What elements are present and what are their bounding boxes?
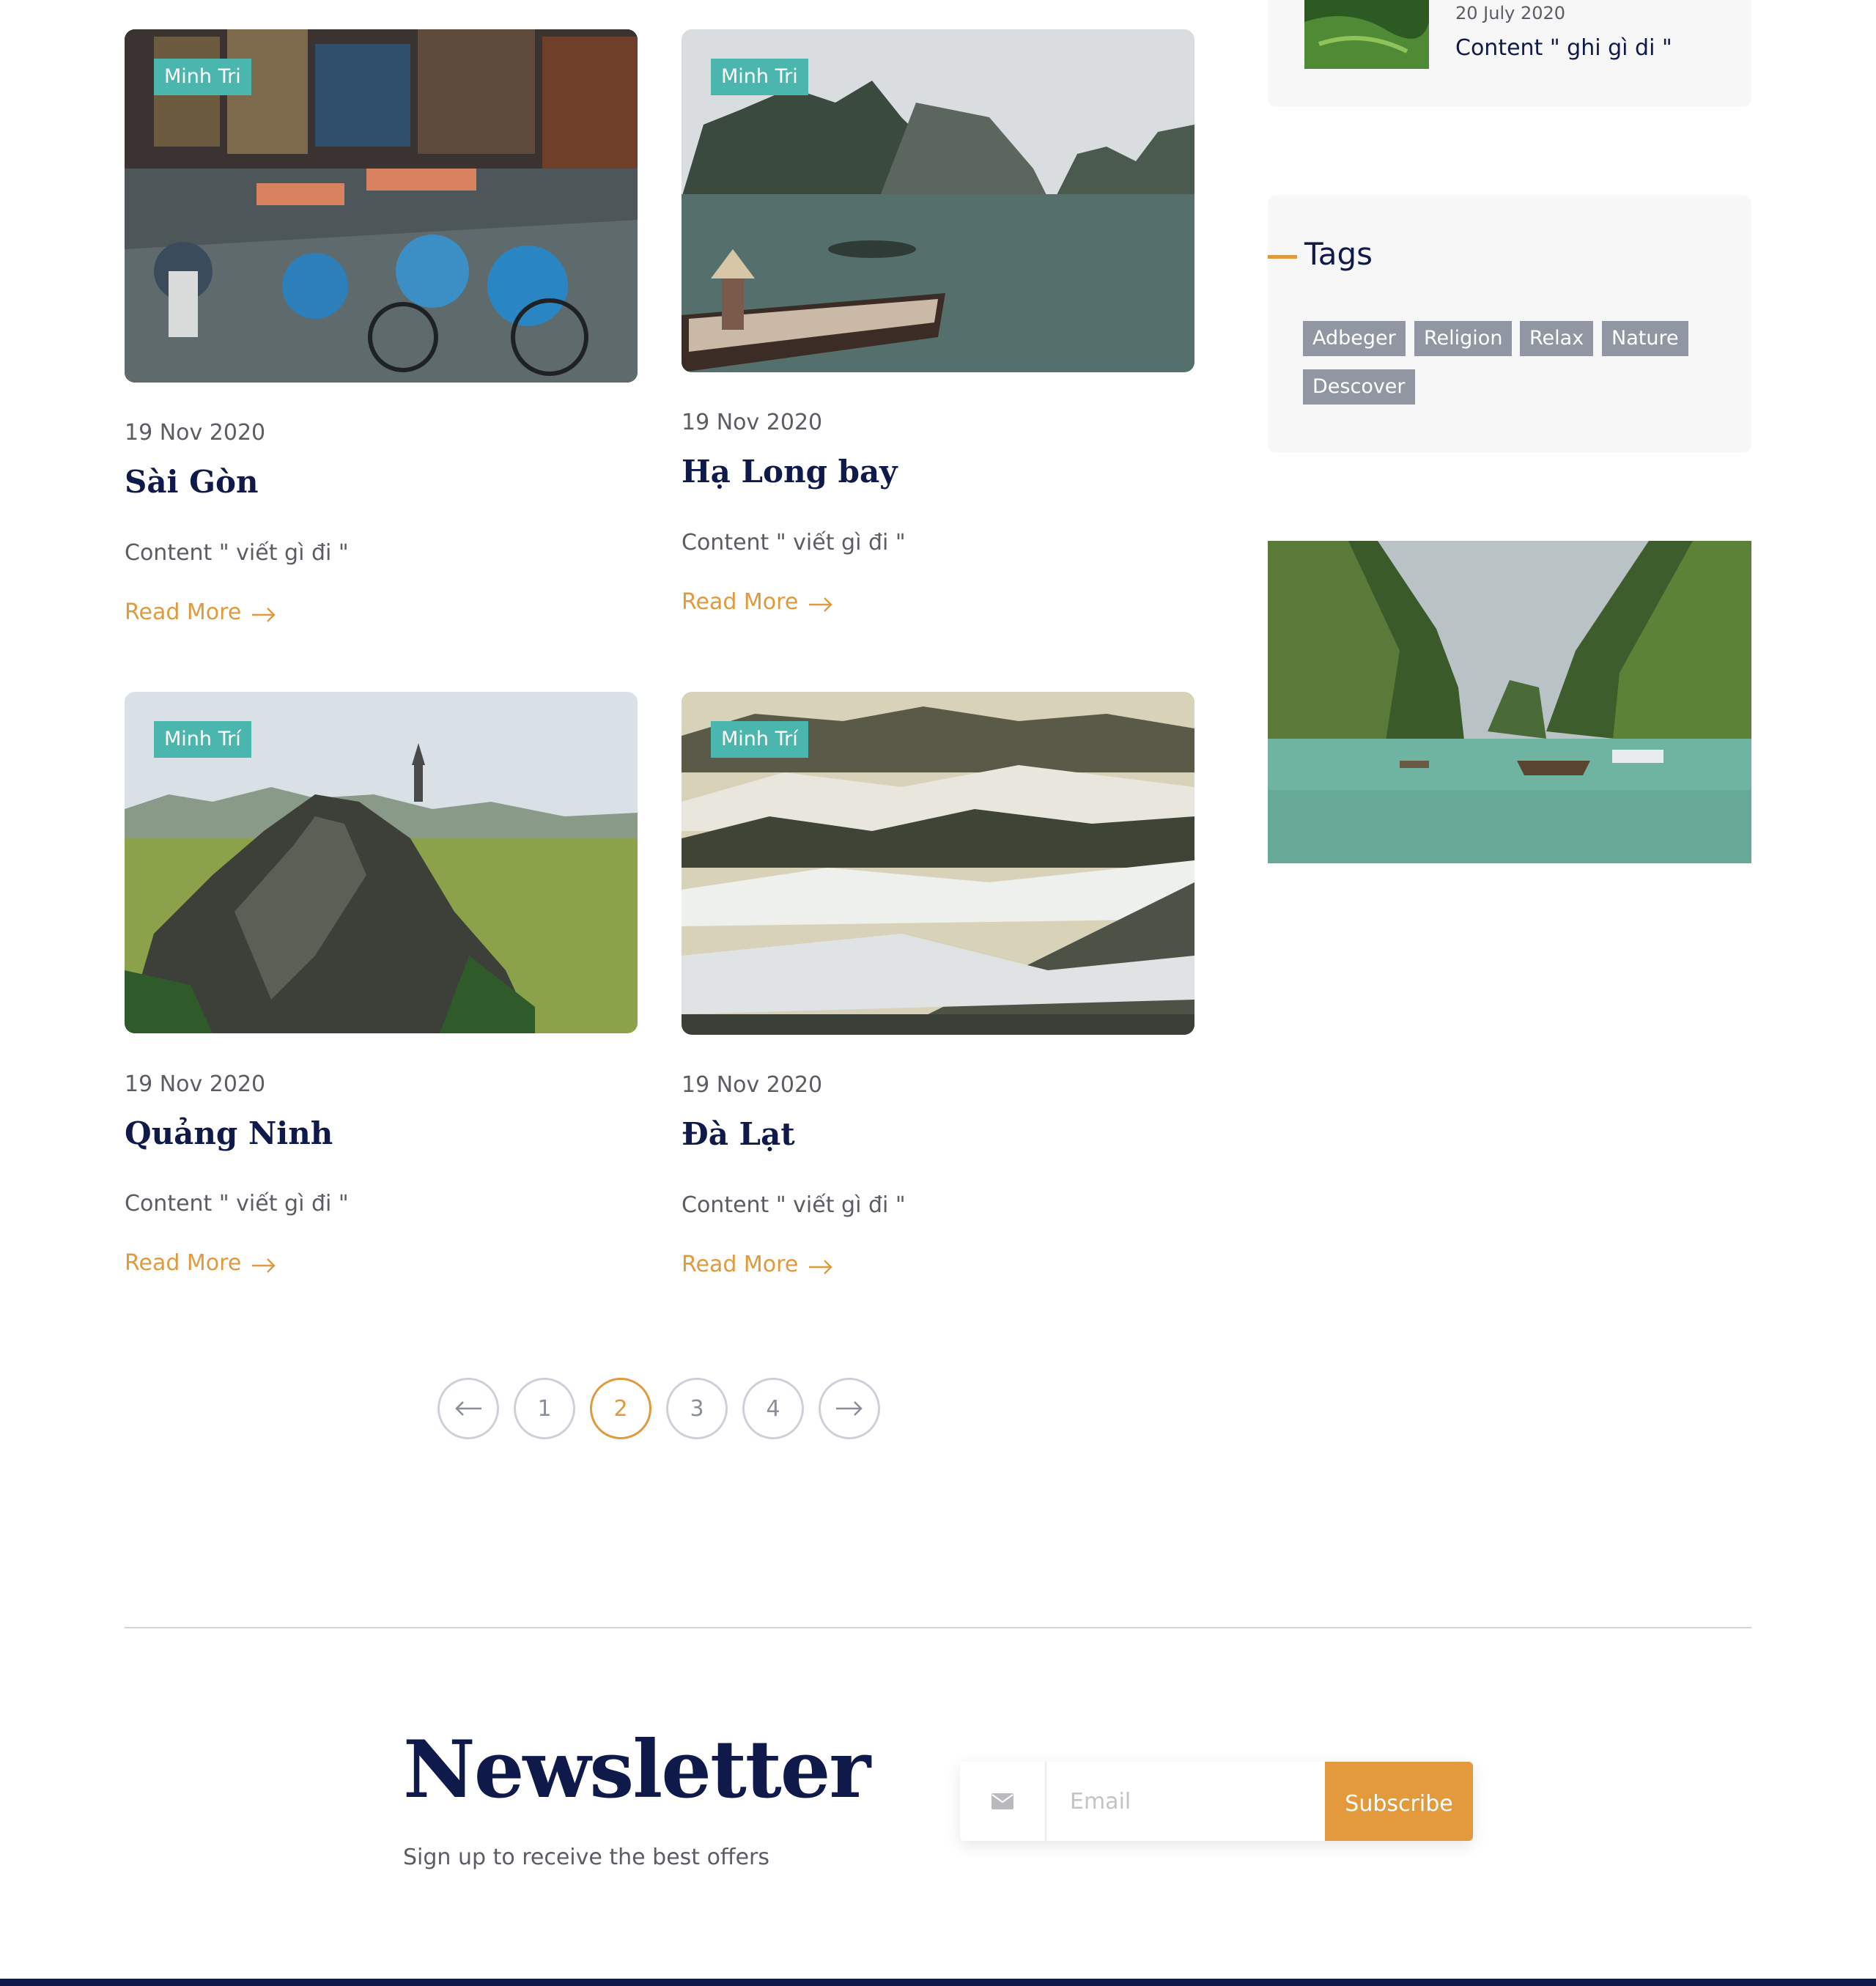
pagination-prev-button[interactable] bbox=[437, 1378, 499, 1439]
post-excerpt: Content " viết gì đi " bbox=[125, 540, 349, 566]
read-more-link[interactable]: Read More bbox=[682, 1252, 833, 1277]
section-divider bbox=[125, 1627, 1751, 1628]
pagination-page-4[interactable]: 4 bbox=[742, 1378, 804, 1439]
envelope-icon bbox=[991, 1793, 1013, 1809]
post-title[interactable]: Hạ Long bay bbox=[682, 454, 898, 490]
pagination-page-2-active[interactable]: 2 bbox=[590, 1378, 651, 1439]
post-excerpt: Content " viết gì đi " bbox=[125, 1191, 349, 1217]
post-title[interactable]: Sài Gòn bbox=[125, 464, 259, 500]
post-image-halong[interactable]: Minh Tri bbox=[682, 29, 1194, 372]
arrow-right-icon bbox=[809, 597, 832, 612]
arrow-right-icon bbox=[252, 607, 276, 622]
author-tag[interactable]: Minh Tri bbox=[711, 59, 808, 95]
tag-chip[interactable]: Relax bbox=[1520, 321, 1594, 356]
tag-chip[interactable]: Religion bbox=[1414, 321, 1513, 356]
tag-chip[interactable]: Descover bbox=[1303, 369, 1415, 405]
read-more-label: Read More bbox=[125, 1250, 242, 1276]
arrow-right-icon bbox=[836, 1401, 863, 1416]
post-image-dalat[interactable]: Minh Trí bbox=[682, 692, 1194, 1035]
newsletter-form: Subscribe bbox=[960, 1762, 1473, 1841]
pagination-page-3[interactable]: 3 bbox=[666, 1378, 728, 1439]
post-image-quangninh[interactable]: Minh Trí bbox=[125, 692, 638, 1033]
author-tag[interactable]: Minh Tri bbox=[154, 59, 251, 95]
sidebar-banner-image[interactable] bbox=[1268, 541, 1751, 863]
pagination-next-button[interactable] bbox=[819, 1378, 880, 1439]
newsletter-title: Newsletter bbox=[403, 1724, 871, 1816]
read-more-link[interactable]: Read More bbox=[125, 1250, 276, 1276]
newsletter-subtitle: Sign up to receive the best offers bbox=[403, 1845, 770, 1870]
recent-posts-widget: 20 July 2020 Content " ghi gì di " bbox=[1268, 0, 1751, 107]
post-image-saigon[interactable]: Minh Tri bbox=[125, 29, 638, 383]
arrow-right-icon bbox=[252, 1258, 276, 1273]
tags-widget: Tags Adbeger Religion Relax Nature Desco… bbox=[1268, 195, 1751, 453]
post-date: 19 Nov 2020 bbox=[125, 420, 266, 446]
post-excerpt: Content " viết gì đi " bbox=[682, 530, 906, 555]
tag-chip[interactable]: Nature bbox=[1602, 321, 1688, 356]
post-date: 19 Nov 2020 bbox=[682, 1072, 823, 1098]
email-input[interactable] bbox=[1046, 1762, 1325, 1841]
tag-chip[interactable]: Adbeger bbox=[1303, 321, 1406, 356]
read-more-label: Read More bbox=[682, 589, 799, 615]
post-title[interactable]: Quảng Ninh bbox=[125, 1115, 333, 1151]
post-date: 19 Nov 2020 bbox=[125, 1071, 266, 1097]
arrow-left-icon bbox=[455, 1401, 481, 1416]
title-accent-bar bbox=[1268, 255, 1297, 259]
email-icon-cell bbox=[960, 1762, 1046, 1841]
read-more-link[interactable]: Read More bbox=[125, 599, 276, 625]
tags-title: Tags bbox=[1304, 236, 1373, 272]
arrow-right-icon bbox=[809, 1259, 832, 1274]
recent-post-title[interactable]: Content " ghi gì di " bbox=[1455, 35, 1672, 61]
post-title[interactable]: Đà Lạt bbox=[682, 1116, 795, 1152]
subscribe-button[interactable]: Subscribe bbox=[1325, 1762, 1473, 1841]
recent-post-thumbnail[interactable] bbox=[1304, 0, 1429, 69]
lagoon-photo bbox=[1268, 541, 1751, 863]
post-date: 19 Nov 2020 bbox=[682, 410, 823, 435]
read-more-link[interactable]: Read More bbox=[682, 589, 833, 615]
author-tag[interactable]: Minh Trí bbox=[711, 721, 808, 758]
author-tag[interactable]: Minh Trí bbox=[154, 721, 251, 758]
read-more-label: Read More bbox=[682, 1252, 799, 1277]
read-more-label: Read More bbox=[125, 599, 242, 625]
rice-field-photo bbox=[1304, 0, 1429, 69]
recent-post-date: 20 July 2020 bbox=[1455, 3, 1566, 23]
pagination-page-1[interactable]: 1 bbox=[514, 1378, 575, 1439]
post-excerpt: Content " viết gì đi " bbox=[682, 1192, 906, 1218]
footer-top-edge bbox=[0, 1979, 1876, 1986]
